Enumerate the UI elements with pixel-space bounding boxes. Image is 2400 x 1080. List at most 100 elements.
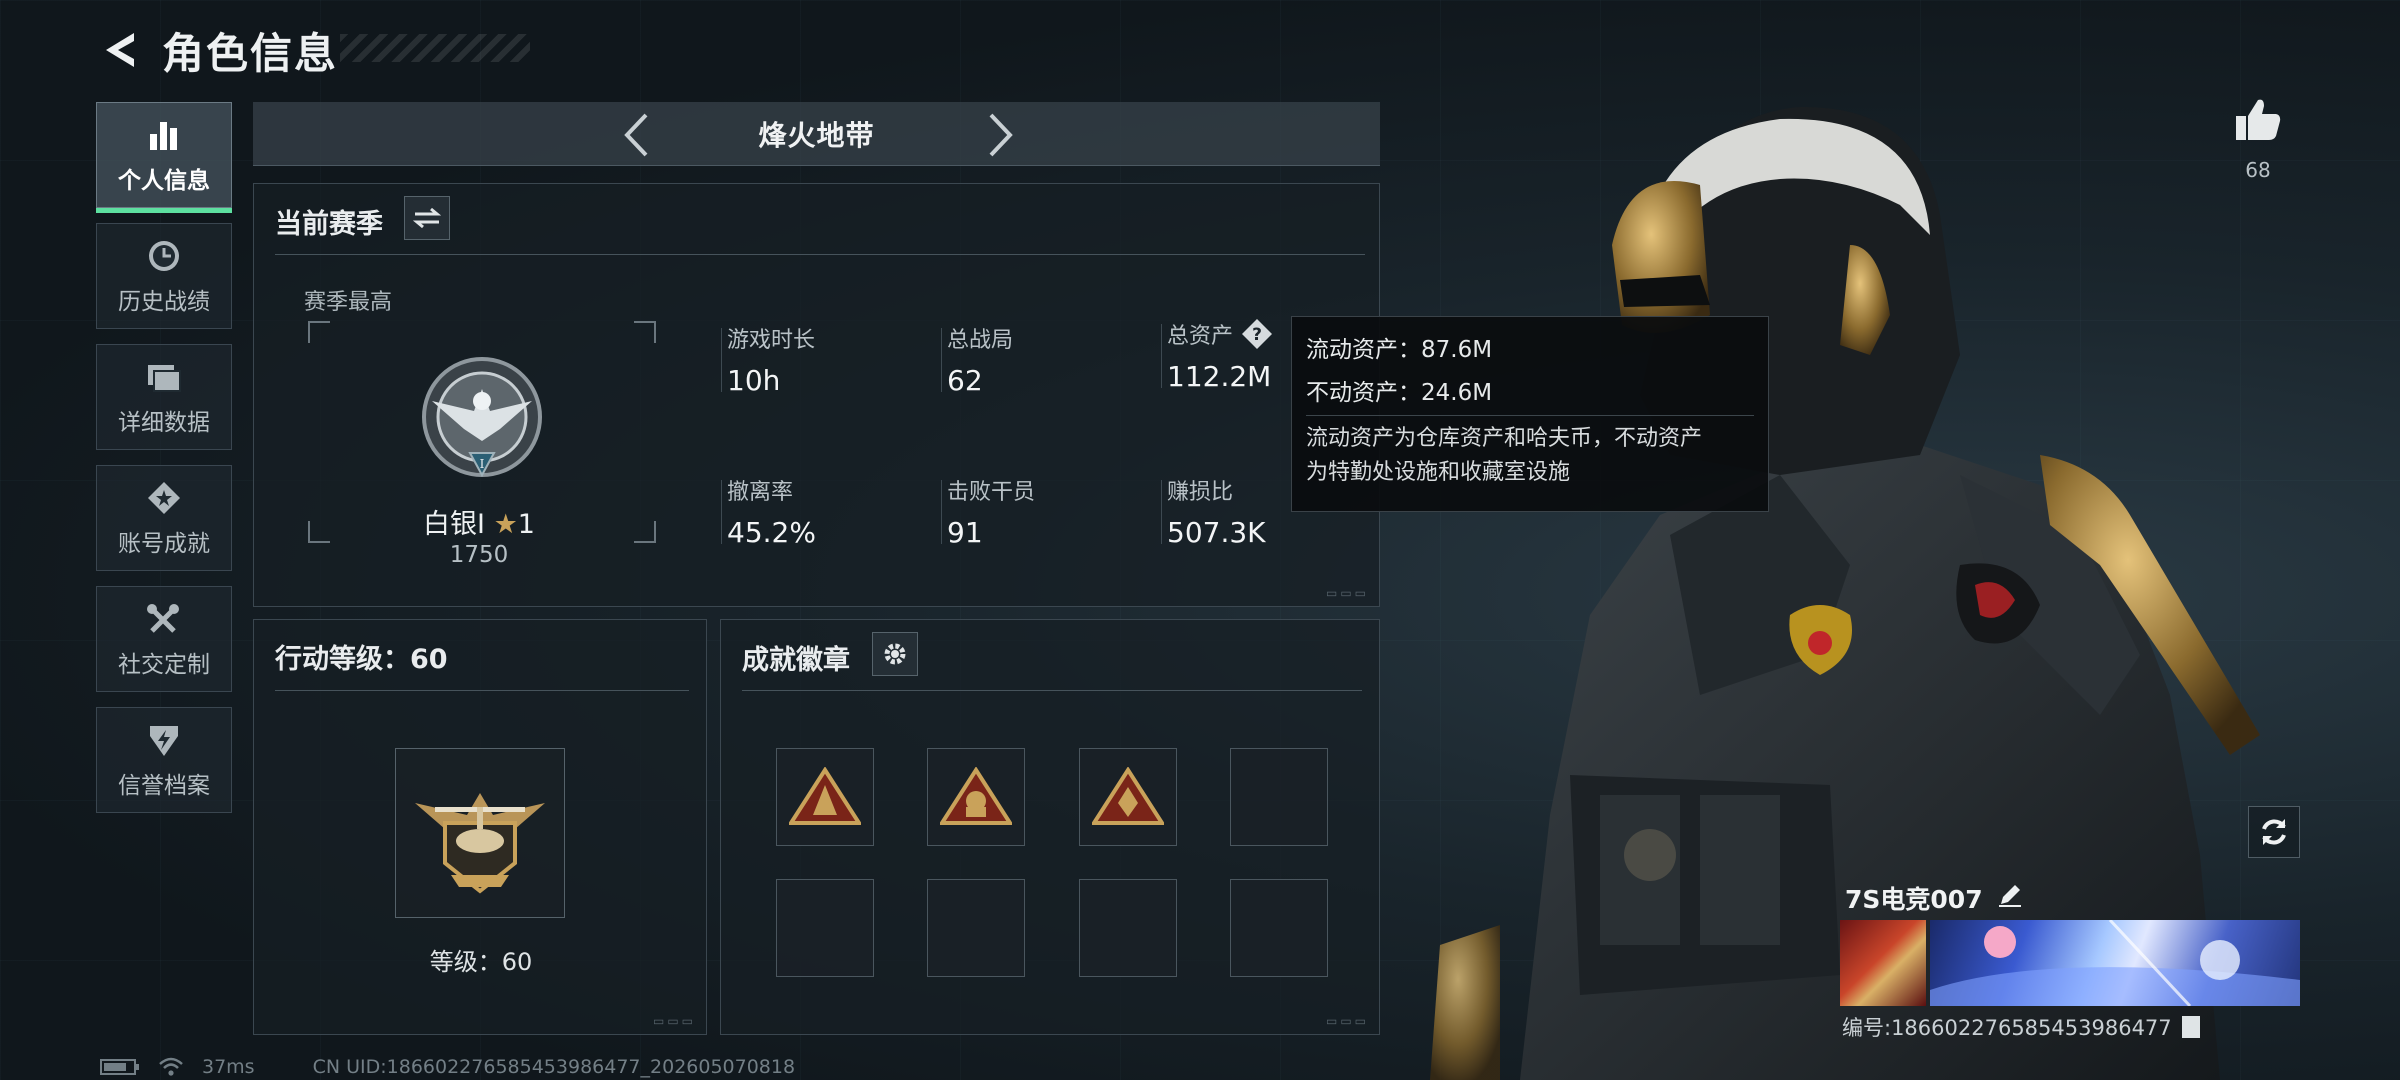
level-title: 行动等级：60 <box>275 644 448 675</box>
tooltip-liquid-assets: 流动资产：87.6M <box>1306 337 1493 363</box>
tooltip-description-line1: 流动资产为仓库资产和哈夫币，不动资产 <box>1306 426 1703 451</box>
rank-name-row: 白银Ⅰ ★1 <box>254 502 704 541</box>
like-button[interactable] <box>2230 96 2286 146</box>
page-header: 角色信息 <box>98 20 338 80</box>
helicopter-emblem-icon <box>415 793 545 894</box>
sidebar-item-label: 信誉档案 <box>118 773 210 799</box>
tooltip-fixed-assets: 不动资产：24.6M <box>1306 380 1493 406</box>
corner-decoration: ▭▭▭ <box>652 1014 696 1028</box>
stat-label: 击败干员 <box>947 480 1036 505</box>
panel-divider <box>742 690 1362 691</box>
wrench-icon <box>144 599 184 639</box>
rank-score: 1750 <box>449 542 509 568</box>
stat-total-matches: 总战局 62 <box>941 322 1147 397</box>
achievement-slot[interactable] <box>776 748 874 846</box>
sidebar-item-label: 历史战绩 <box>118 289 210 315</box>
stat-label: 总战局 <box>947 328 1014 353</box>
stat-value: 507.3K <box>1167 516 1266 549</box>
sidebar-item-label: 账号成就 <box>118 531 210 557</box>
mode-prev-chevron-icon[interactable] <box>611 110 661 160</box>
refresh-icon <box>2262 819 2286 845</box>
edit-pencil-icon[interactable] <box>1997 882 2023 914</box>
achievement-slot[interactable] <box>927 879 1025 977</box>
achievement-slot[interactable] <box>1230 748 1328 846</box>
mode-selector: 烽火地带 <box>253 102 1380 166</box>
svg-text:?: ? <box>1252 325 1262 345</box>
star-icon: ★ <box>493 509 518 540</box>
player-id: 编号:186602276585453986477 <box>1842 1016 2172 1040</box>
sidebar-item-history[interactable]: 历史战绩 <box>96 223 232 329</box>
player-name-row: 7S电竞007 <box>1845 880 2023 916</box>
avatar-frame[interactable] <box>1840 920 1926 1006</box>
achievement-diamond-icon <box>144 478 184 518</box>
stat-value: 62 <box>947 364 983 397</box>
achievement-badge-icon <box>940 767 1012 825</box>
mode-label: 烽火地带 <box>758 118 875 152</box>
achievement-slot[interactable] <box>1230 879 1328 977</box>
sidebar-item-achievements[interactable]: 账号成就 <box>96 465 232 571</box>
level-badge-box <box>395 748 565 918</box>
season-best-label: 赛季最高 <box>304 290 393 315</box>
refresh-button[interactable] <box>2248 806 2300 858</box>
current-season-panel: 当前赛季 赛季最高 I 白银Ⅰ ★1 1750 游戏时长 10h 总战局 62 <box>253 183 1380 607</box>
stat-value: 45.2% <box>727 516 816 549</box>
achievement-badge-icon <box>1092 767 1164 825</box>
achievement-settings-button[interactable] <box>872 632 918 676</box>
level-label: 等级：60 <box>429 948 533 976</box>
shield-bolt-icon <box>144 720 184 760</box>
stat-label: 总资产 <box>1167 324 1234 349</box>
stat-operators-defeated: 击败干员 91 <box>941 474 1147 549</box>
sidebar-item-label: 个人信息 <box>118 168 210 194</box>
panel-divider <box>275 690 689 691</box>
stat-value: 10h <box>727 364 781 397</box>
sidebar-item-detailed-data[interactable]: 详细数据 <box>96 344 232 450</box>
assets-tooltip: 流动资产：87.6M 不动资产：24.6M 流动资产为仓库资产和哈夫币，不动资产… <box>1291 316 1769 512</box>
stat-extraction-rate: 撤离率 45.2% <box>721 474 927 549</box>
sidebar-item-label: 详细数据 <box>118 410 210 436</box>
achievement-badges-panel: 成就徽章 ▭▭▭ <box>720 619 1380 1035</box>
ping-value: 37ms <box>202 1056 255 1078</box>
achievement-slot[interactable] <box>1079 748 1177 846</box>
season-switch-button[interactable] <box>404 196 450 240</box>
rank-stars: 1 <box>517 509 535 540</box>
rank-name: 白银Ⅰ <box>423 509 485 540</box>
achievement-slot[interactable] <box>776 879 874 977</box>
clock-icon <box>144 236 184 276</box>
season-title: 当前赛季 <box>275 209 383 240</box>
corner-decoration: ▭▭▭ <box>1325 586 1369 600</box>
help-question-icon[interactable]: ? <box>1241 318 1273 350</box>
wifi-icon <box>159 1057 183 1076</box>
stat-label: 游戏时长 <box>727 328 816 353</box>
achievement-title: 成就徽章 <box>742 645 850 676</box>
mode-next-chevron-icon[interactable] <box>976 110 1026 160</box>
corner-decoration: ▭▭▭ <box>1325 1014 1369 1028</box>
tooltip-description-line2: 为特勤处设施和收藏室设施 <box>1306 460 1571 485</box>
sidebar-item-credit-record[interactable]: 信誉档案 <box>96 707 232 813</box>
sidebar: 个人信息 历史战绩 详细数据 账号成就 社交定制 信誉档案 <box>96 102 234 828</box>
like-count: 68 <box>2245 158 2271 182</box>
achievement-slot[interactable] <box>927 748 1025 846</box>
stat-value: 91 <box>947 516 983 549</box>
sidebar-item-label: 社交定制 <box>118 652 210 678</box>
folder-icon <box>144 357 184 397</box>
achievement-badge-icon <box>789 767 861 825</box>
footer-uid: CN UID:186602276585453986477_20260507081… <box>312 1056 796 1078</box>
rank-eagle-badge-icon: I <box>412 349 552 489</box>
svg-text:I: I <box>480 457 485 471</box>
name-card-banner[interactable] <box>1930 920 2300 1006</box>
stat-play-time: 游戏时长 10h <box>721 322 927 397</box>
panel-divider <box>275 254 1365 255</box>
title-decoration <box>340 34 530 62</box>
status-footer: 37ms CN UID:186602276585453986477_202605… <box>100 1054 795 1080</box>
achievement-slot[interactable] <box>1079 879 1177 977</box>
sidebar-item-personal-info[interactable]: 个人信息 <box>96 102 232 213</box>
back-arrow-icon[interactable] <box>98 20 142 80</box>
battery-icon <box>100 1059 139 1075</box>
action-level-panel: 行动等级：60 等级：60 ▭▭▭ <box>253 619 707 1035</box>
bar-chart-icon <box>144 115 184 155</box>
stat-label: 撤离率 <box>727 480 794 505</box>
player-id-row: 编号:186602276585453986477 <box>1842 1012 2200 1042</box>
sidebar-item-social-custom[interactable]: 社交定制 <box>96 586 232 692</box>
page-title: 角色信息 <box>162 28 339 78</box>
copy-icon[interactable] <box>2181 1016 2200 1038</box>
